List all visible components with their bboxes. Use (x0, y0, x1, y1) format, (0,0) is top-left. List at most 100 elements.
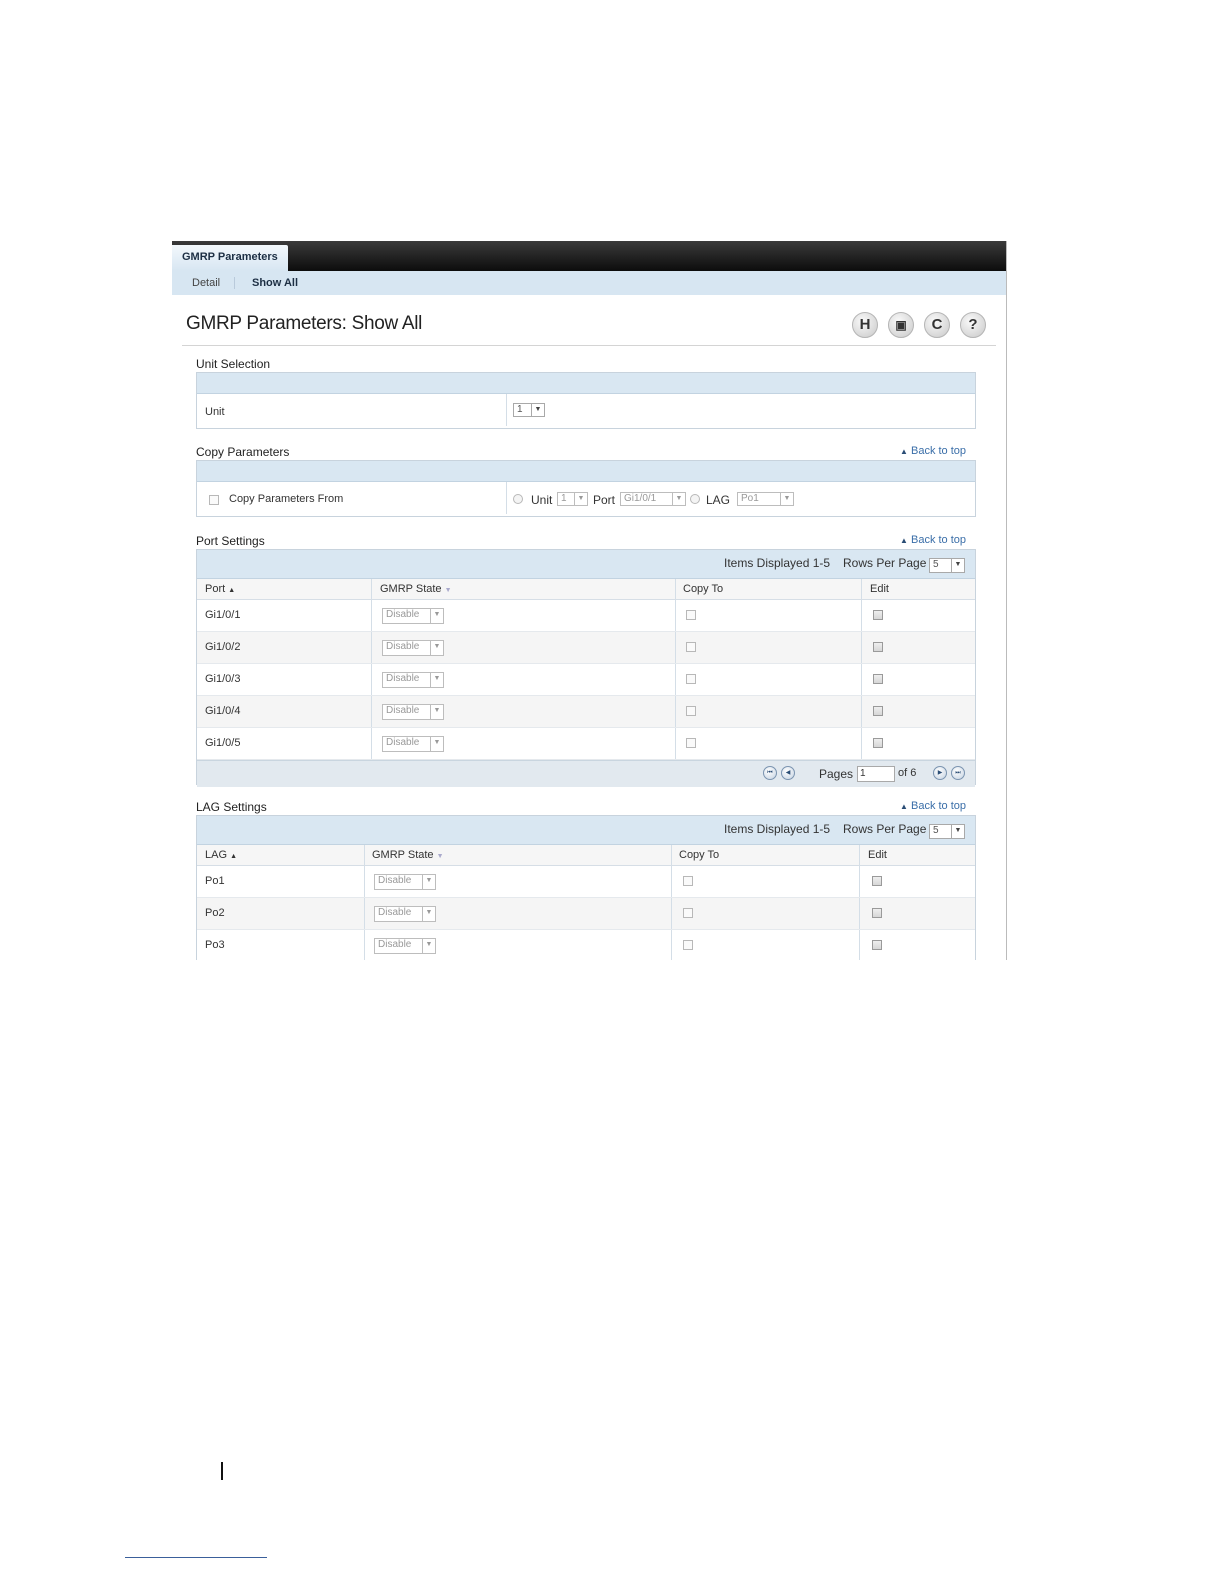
chevron-down-icon: ▼ (574, 493, 587, 505)
column-divider (364, 930, 365, 960)
edit-checkbox[interactable] (872, 876, 882, 886)
unit-select-value: 1 (517, 404, 523, 415)
next-page-icon[interactable]: ▶ (933, 766, 947, 780)
page-number-input[interactable]: 1 (857, 766, 895, 782)
copy-unit-select[interactable]: 1 ▼ (557, 492, 588, 506)
pagination-bar: ⏮ ◀ Pages 1 of 6 ▶ ⏭ (197, 760, 975, 787)
copy-to-checkbox[interactable] (683, 908, 693, 918)
last-page-icon[interactable]: ⏭ (951, 766, 965, 780)
column-divider (675, 696, 676, 727)
column-divider (861, 664, 862, 695)
copy-port-select[interactable]: Gi1/0/1 ▼ (620, 492, 686, 506)
table-row: Gi1/0/4 Disable ▼ (197, 696, 975, 728)
table-header: Port ▲ GMRP State ▼ Copy To Edit (197, 579, 975, 600)
gmrp-state-select[interactable]: Disable ▼ (382, 640, 444, 656)
sub-navigation: Detail Show All (172, 271, 1006, 295)
save-icon[interactable]: H (852, 312, 878, 338)
help-icon[interactable]: ? (960, 312, 986, 338)
column-header-lag[interactable]: LAG ▲ (205, 849, 237, 861)
subnav-detail-link[interactable]: Detail (192, 277, 220, 289)
copy-to-checkbox[interactable] (686, 738, 696, 748)
sort-icon: ▼ (436, 853, 444, 860)
lag-cell: Po3 (205, 939, 225, 951)
edit-checkbox[interactable] (873, 738, 883, 748)
column-divider (861, 632, 862, 663)
print-icon[interactable]: ▣ (888, 312, 914, 338)
column-divider (364, 898, 365, 929)
edit-checkbox[interactable] (873, 706, 883, 716)
table-header: LAG ▲ GMRP State ▼ Copy To Edit (197, 845, 975, 866)
column-divider (859, 930, 860, 960)
items-displayed-text: Items Displayed 1-5 (724, 822, 831, 836)
column-header-gmrp-state[interactable]: GMRP State ▼ (380, 583, 452, 595)
lag-settings-table: Items Displayed 1-5 Rows Per Page 5 ▼ LA… (196, 815, 976, 960)
title-divider (182, 345, 996, 346)
copy-from-lag-radio[interactable] (690, 494, 700, 504)
subnav-show-all-link[interactable]: Show All (252, 277, 298, 289)
gmrp-state-value: Disable (378, 875, 412, 886)
edit-checkbox[interactable] (873, 674, 883, 684)
page-count-text: of 6 (898, 767, 917, 779)
tab-bar: GMRP Parameters (172, 241, 1006, 271)
edit-checkbox[interactable] (873, 610, 883, 620)
back-to-top-link[interactable]: ▲ Back to top (900, 445, 966, 457)
copy-to-checkbox[interactable] (686, 674, 696, 684)
gmrp-state-header-label: GMRP State (372, 849, 434, 861)
column-divider (861, 696, 862, 727)
copy-to-checkbox[interactable] (686, 706, 696, 716)
column-divider (506, 394, 507, 426)
copy-parameters-checkbox[interactable] (209, 495, 219, 505)
triangle-up-icon: ▲ (900, 802, 908, 811)
gmrp-state-select[interactable]: Disable ▼ (374, 906, 436, 922)
copy-lag-select[interactable]: Po1 ▼ (737, 492, 794, 506)
copy-to-checkbox[interactable] (683, 940, 693, 950)
table-row: Gi1/0/1 Disable ▼ (197, 600, 975, 632)
gmrp-state-select[interactable]: Disable ▼ (374, 938, 436, 954)
first-page-icon[interactable]: ⏮ (763, 766, 777, 780)
lag-header-label: LAG (205, 849, 228, 861)
edit-checkbox[interactable] (872, 908, 882, 918)
rows-per-page-select[interactable]: 5 ▼ (929, 558, 965, 573)
copy-to-checkbox[interactable] (686, 610, 696, 620)
chevron-down-icon: ▼ (430, 705, 443, 719)
column-divider (861, 728, 862, 759)
gmrp-state-select[interactable]: Disable ▼ (374, 874, 436, 890)
back-to-top-link[interactable]: ▲ Back to top (900, 534, 966, 546)
edit-checkbox[interactable] (873, 642, 883, 652)
copy-to-checkbox[interactable] (683, 876, 693, 886)
gmrp-state-select[interactable]: Disable ▼ (382, 736, 444, 752)
column-divider (671, 845, 672, 865)
gmrp-state-value: Disable (386, 705, 420, 716)
triangle-up-icon: ▲ (900, 536, 908, 545)
back-to-top-link[interactable]: ▲ Back to top (900, 800, 966, 812)
panel-header-bar (197, 373, 975, 394)
gmrp-state-select[interactable]: Disable ▼ (382, 672, 444, 688)
rows-per-page-select[interactable]: 5 ▼ (929, 824, 965, 839)
chevron-down-icon: ▼ (430, 609, 443, 623)
table-row: Gi1/0/5 Disable ▼ (197, 728, 975, 760)
column-header-port[interactable]: Port ▲ (205, 583, 235, 595)
column-divider (371, 696, 372, 727)
previous-page-icon[interactable]: ◀ (781, 766, 795, 780)
edit-checkbox[interactable] (872, 940, 882, 950)
rows-per-page-value: 5 (933, 825, 939, 836)
copy-parameters-heading: Copy Parameters (196, 445, 290, 459)
tab-gmrp-parameters[interactable]: GMRP Parameters (172, 245, 288, 271)
column-divider (671, 930, 672, 960)
unit-select[interactable]: 1 ▼ (513, 403, 545, 417)
gmrp-state-select[interactable]: Disable ▼ (382, 608, 444, 624)
table-row: Po3 Disable ▼ (197, 930, 975, 960)
unit-row: Unit 1 ▼ (197, 394, 975, 426)
column-header-gmrp-state[interactable]: GMRP State ▼ (372, 849, 444, 861)
copy-lag-label: LAG (706, 493, 731, 507)
refresh-icon[interactable]: C (924, 312, 950, 338)
gmrp-show-all-screenshot: GMRP Parameters Detail Show All GMRP Par… (172, 241, 1007, 960)
copy-to-checkbox[interactable] (686, 642, 696, 652)
copy-from-unit-radio[interactable] (513, 494, 523, 504)
gmrp-state-select[interactable]: Disable ▼ (382, 704, 444, 720)
chevron-down-icon: ▼ (672, 493, 685, 505)
lag-cell: Po1 (205, 875, 225, 887)
sort-ascending-icon: ▲ (230, 853, 238, 860)
column-divider (675, 600, 676, 631)
column-divider (675, 579, 676, 599)
